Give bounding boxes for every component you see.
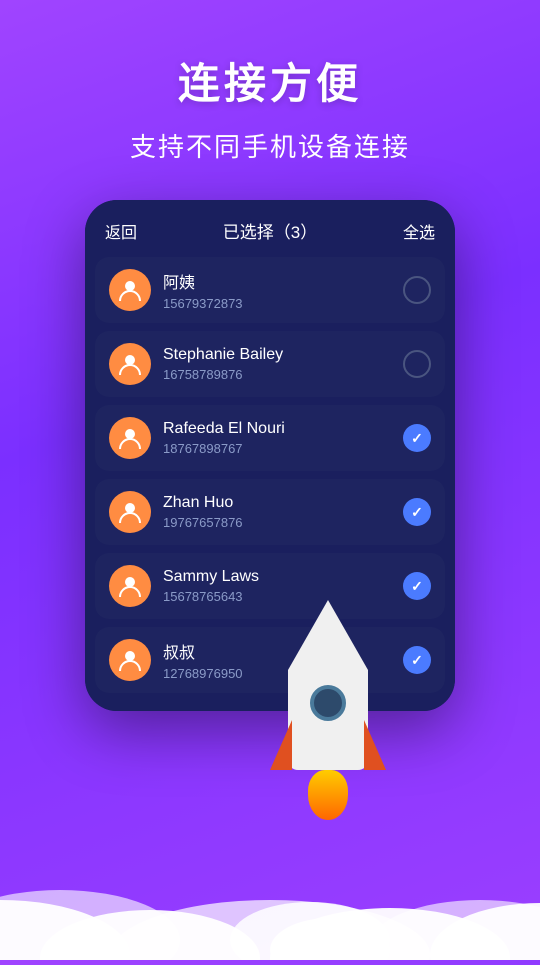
rocket-nose	[288, 600, 368, 670]
rocket-fin-left	[270, 720, 292, 770]
contact-checkbox[interactable]	[403, 572, 431, 600]
contact-info: Stephanie Bailey 16758789876	[163, 346, 403, 382]
rocket-decoration	[238, 600, 398, 860]
contact-name: Rafeeda El Nouri	[163, 420, 403, 438]
contact-name: Zhan Huo	[163, 494, 403, 512]
rocket-fin-right	[364, 720, 386, 770]
avatar	[109, 343, 151, 385]
contact-info: 阿姨 15679372873	[163, 269, 403, 311]
rocket-flame	[308, 770, 348, 820]
contact-info: Sammy Laws15678765643	[163, 568, 403, 604]
rocket-window	[310, 685, 346, 721]
contact-item[interactable]: Stephanie Bailey 16758789876	[95, 331, 445, 397]
contact-checkbox[interactable]	[403, 498, 431, 526]
select-all-button[interactable]: 全选	[403, 219, 435, 243]
avatar	[109, 565, 151, 607]
contact-phone: 18767898767	[163, 441, 403, 456]
avatar	[109, 639, 151, 681]
contact-info: Rafeeda El Nouri 18767898767	[163, 420, 403, 456]
back-button[interactable]: 返回	[105, 219, 137, 243]
contact-info: Zhan Huo 19767657876	[163, 494, 403, 530]
phone-header: 返回 已选择（3） 全选	[85, 200, 455, 257]
contact-phone: 16758789876	[163, 367, 403, 382]
contact-item[interactable]: Rafeeda El Nouri 18767898767	[95, 405, 445, 471]
avatar	[109, 269, 151, 311]
contact-name: 阿姨	[163, 269, 403, 293]
avatar	[109, 417, 151, 459]
contact-phone: 19767657876	[163, 515, 403, 530]
contact-name: Stephanie Bailey	[163, 346, 403, 364]
top-section: 连接方便 支持不同手机设备连接	[0, 0, 540, 184]
selection-title: 已选择（3）	[223, 218, 317, 243]
main-title: 连接方便	[20, 50, 520, 111]
rocket-body-main	[288, 670, 368, 770]
sub-title: 支持不同手机设备连接	[20, 127, 520, 164]
contact-checkbox[interactable]	[403, 276, 431, 304]
contact-checkbox[interactable]	[403, 646, 431, 674]
contact-checkbox[interactable]	[403, 350, 431, 378]
contact-name: Sammy Laws	[163, 568, 403, 586]
contact-item[interactable]: 阿姨 15679372873	[95, 257, 445, 323]
contact-phone: 15679372873	[163, 296, 403, 311]
contact-item[interactable]: Zhan Huo 19767657876	[95, 479, 445, 545]
avatar	[109, 491, 151, 533]
contact-checkbox[interactable]	[403, 424, 431, 452]
